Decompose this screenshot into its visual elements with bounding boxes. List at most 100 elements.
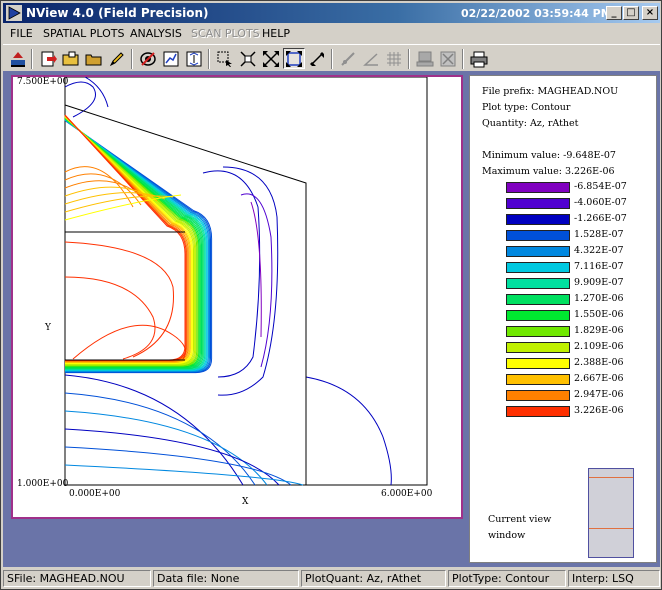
view-window-thumbnail[interactable] <box>588 468 634 558</box>
legend-label: 1.550E-06 <box>574 309 624 320</box>
status-bar: SFile: MAGHEAD.NOU Data file: None PlotQ… <box>3 568 660 588</box>
max-value-text: Maximum value: 3.226E-06 <box>482 166 615 177</box>
scan-icon <box>186 51 202 66</box>
legend-swatch <box>506 406 570 417</box>
plot-window[interactable]: 7.500E+00 1.000E+00 0.000E+00 6.000E+00 … <box>11 75 463 519</box>
field-line-button[interactable] <box>337 48 359 69</box>
view-window-label-2: window <box>488 530 526 541</box>
menu-spatial-plots[interactable]: SPATIAL PLOTS <box>43 27 124 40</box>
nview-window: NView 4.0 (Field Precision) 02/22/2002 0… <box>0 0 662 590</box>
legend-swatch <box>506 214 570 225</box>
cancel-icon <box>440 51 456 66</box>
app-icon[interactable] <box>6 5 22 21</box>
legend-swatch <box>506 326 570 337</box>
cancel-button[interactable] <box>437 48 459 69</box>
legend-label: 7.116E-07 <box>574 261 624 272</box>
status-sfile: SFile: MAGHEAD.NOU <box>3 570 151 587</box>
status-data-file: Data file: None <box>153 570 299 587</box>
minimize-icon: _ <box>611 7 617 18</box>
x-axis-label: X <box>242 497 249 507</box>
status-plot-quant: PlotQuant: Az, rAthet <box>301 570 446 587</box>
minimize-button[interactable]: _ <box>606 6 622 20</box>
legend-label: 2.947E-06 <box>574 389 624 400</box>
maximize-icon: □ <box>626 7 636 18</box>
open-folder-icon <box>62 51 79 65</box>
zoom-cross-icon <box>240 50 256 67</box>
plot-type-text: Plot type: Contour <box>482 102 571 113</box>
menu-file[interactable]: FILE <box>10 27 33 40</box>
open-folder-button[interactable] <box>60 48 82 69</box>
zoom-window-icon <box>217 51 232 67</box>
pencil-button[interactable] <box>106 48 128 69</box>
current-view-rect <box>589 477 633 529</box>
plot-area <box>64 77 428 486</box>
menu-scan-plots[interactable]: SCAN PLOTS <box>191 27 260 40</box>
info-panel: File prefix: MAGHEAD.NOU Plot type: Cont… <box>469 75 657 563</box>
menu-bar: FILE SPATIAL PLOTS ANALYSIS SCAN PLOTS H… <box>3 23 660 43</box>
menu-help[interactable]: HELP <box>262 27 290 40</box>
legend-swatch <box>506 342 570 353</box>
legend-label: 2.667E-06 <box>574 373 624 384</box>
zoom-cross-button[interactable] <box>237 48 259 69</box>
legend-swatch <box>506 182 570 193</box>
load-file-button[interactable] <box>7 48 29 69</box>
grid-icon <box>387 51 401 66</box>
contour-button[interactable] <box>137 48 159 69</box>
angle-button[interactable] <box>360 48 382 69</box>
legend-swatch <box>506 374 570 385</box>
workspace: 7.500E+00 1.000E+00 0.000E+00 6.000E+00 … <box>3 71 660 567</box>
printer-icon <box>470 51 488 67</box>
line-plot-icon <box>163 51 179 66</box>
x-min-label: 0.000E+00 <box>69 489 121 499</box>
legend-swatch <box>506 278 570 289</box>
pan-button[interactable] <box>306 48 328 69</box>
computer-button[interactable] <box>414 48 436 69</box>
legend-label: 2.388E-06 <box>574 357 624 368</box>
scan-button[interactable] <box>183 48 205 69</box>
toolbar <box>3 44 660 71</box>
legend-label: -1.266E-07 <box>574 213 627 224</box>
expand-icon <box>263 50 279 67</box>
legend-swatch <box>506 358 570 369</box>
zoom-window-button[interactable] <box>214 48 236 69</box>
legend-label: 1.270E-06 <box>574 293 624 304</box>
legend-label: -6.854E-07 <box>574 181 627 192</box>
legend-label: 9.909E-07 <box>574 277 624 288</box>
grid-button[interactable] <box>383 48 405 69</box>
folder-icon <box>85 54 102 65</box>
folder-button[interactable] <box>83 48 105 69</box>
legend-label: 1.829E-06 <box>574 325 624 336</box>
legend-swatch <box>506 310 570 321</box>
min-value-text: Minimum value: -9.648E-07 <box>482 150 616 161</box>
legend-label: 1.528E-07 <box>574 229 624 240</box>
load-file-icon <box>11 51 25 67</box>
computer-icon <box>416 51 434 66</box>
quantity-text: Quantity: Az, rAthet <box>482 118 579 129</box>
legend-label: 2.109E-06 <box>574 341 624 352</box>
legend-label: -4.060E-07 <box>574 197 627 208</box>
expand-button[interactable] <box>260 48 282 69</box>
menu-analysis[interactable]: ANALYSIS <box>130 27 182 40</box>
contour-plot[interactable] <box>13 77 461 517</box>
line-plot-button[interactable] <box>160 48 182 69</box>
view-window-label: Current view <box>488 514 552 525</box>
angle-icon <box>363 52 378 66</box>
status-interp: Interp: LSQ <box>568 570 660 587</box>
export-button[interactable] <box>37 48 59 69</box>
close-button[interactable]: × <box>642 6 658 20</box>
y-axis-label: Y <box>45 323 51 333</box>
file-prefix-text: File prefix: MAGHEAD.NOU <box>482 86 619 97</box>
legend-label: 3.226E-06 <box>574 405 624 416</box>
legend-swatch <box>506 246 570 257</box>
close-icon: × <box>645 7 655 18</box>
fit-view-button[interactable] <box>283 48 305 69</box>
maximize-button[interactable]: □ <box>623 6 639 20</box>
field-line-icon <box>341 51 355 66</box>
legend-label: 4.322E-07 <box>574 245 624 256</box>
contour-icon <box>140 51 156 66</box>
pencil-icon <box>109 51 124 66</box>
print-button[interactable] <box>468 48 490 69</box>
legend-swatch <box>506 294 570 305</box>
title-bar[interactable]: NView 4.0 (Field Precision) 02/22/2002 0… <box>3 3 660 23</box>
fit-view-icon <box>286 50 302 67</box>
